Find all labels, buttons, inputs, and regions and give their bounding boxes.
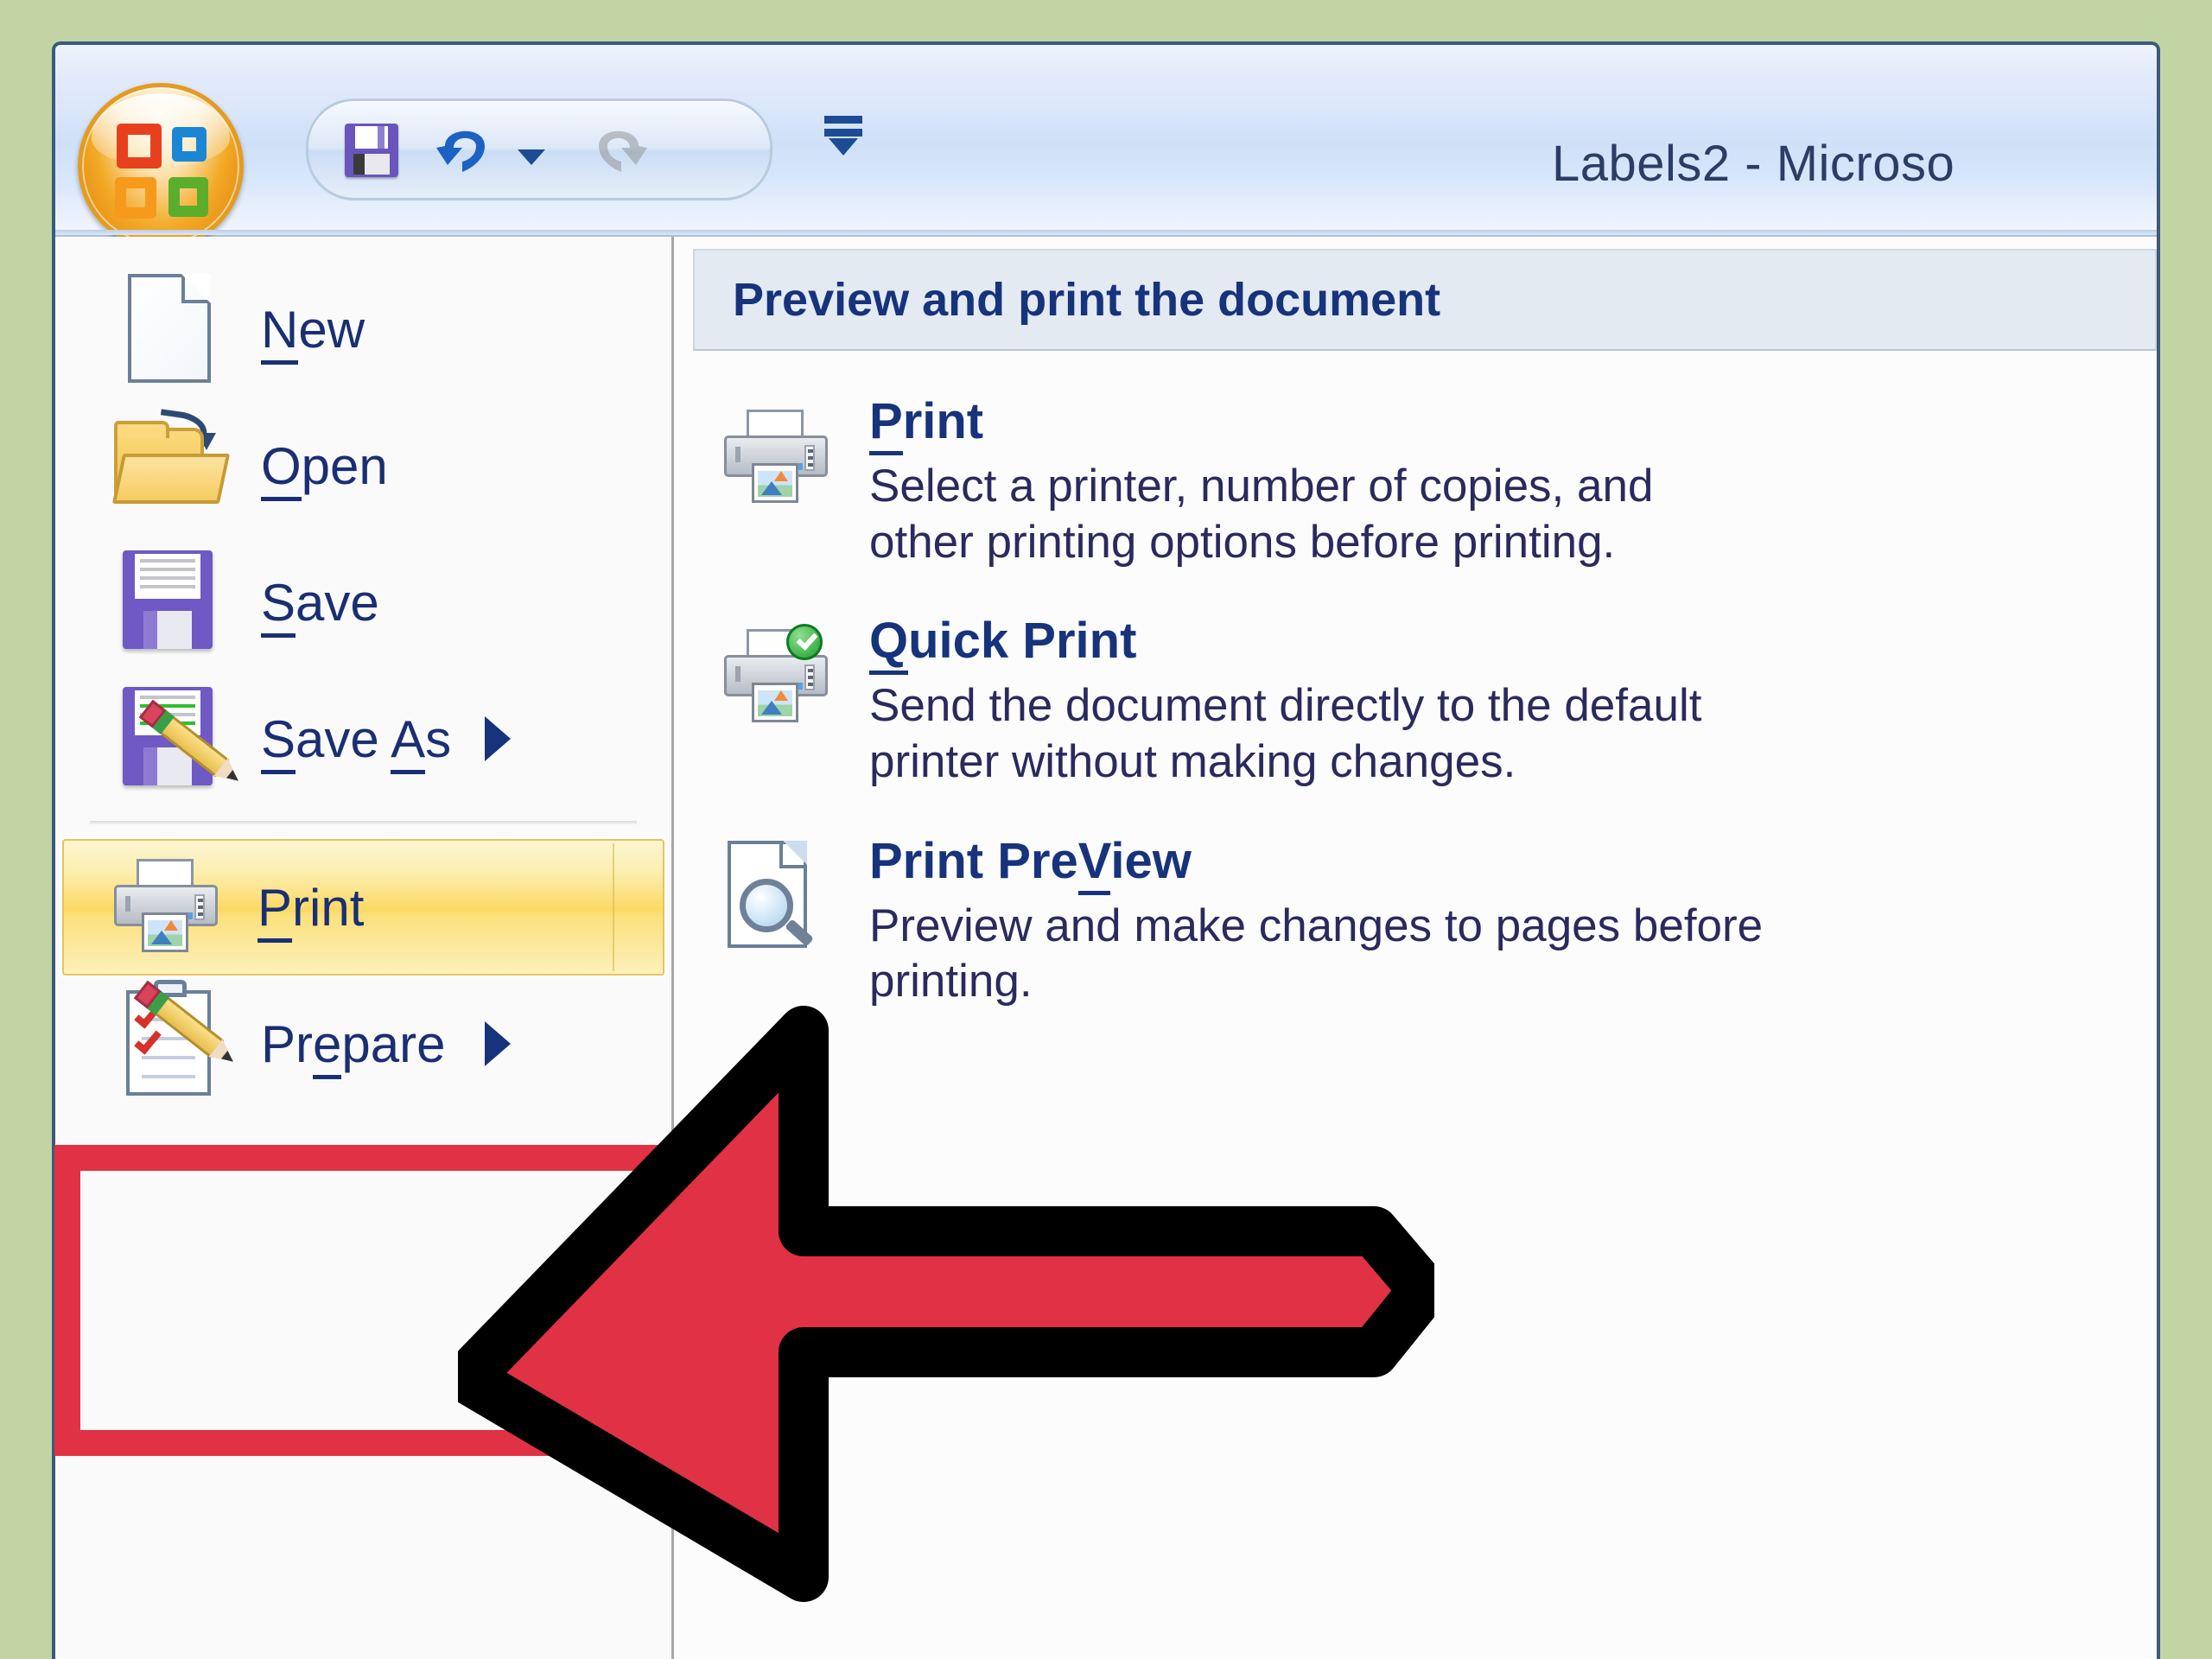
menu-item-save-label: Save <box>261 573 379 638</box>
menu-item-save-as[interactable]: Save As <box>67 671 659 807</box>
open-folder-icon <box>109 405 231 526</box>
undo-icon[interactable] <box>435 118 545 186</box>
menu-item-print-label: Print <box>257 878 364 943</box>
submenu-arrow-icon[interactable] <box>485 716 511 761</box>
orb-square-green <box>168 177 208 217</box>
orb-square-blue <box>172 127 207 162</box>
undo-arrow-glyph <box>436 130 485 172</box>
printer-icon <box>715 397 845 527</box>
redo-arrow-glyph <box>599 130 647 172</box>
right-item-quick-print-description: Send the document directly to the defaul… <box>869 680 1702 787</box>
right-item-quick-print[interactable]: Quick Print Send the document directly t… <box>715 612 2157 790</box>
redo-icon <box>585 118 652 186</box>
menu-separator <box>90 821 637 825</box>
right-item-print-title: Print <box>869 392 1653 455</box>
title-bar: Labels2 - Microso <box>55 45 2157 249</box>
save-floppy-icon <box>109 542 230 663</box>
right-panel-header: Preview and print the document <box>693 249 2157 351</box>
new-document-icon <box>109 269 230 390</box>
orb-square-orange <box>115 177 156 219</box>
window-title: Labels2 - Microso <box>1552 136 1955 192</box>
menu-item-new-label: New <box>261 300 365 365</box>
floppy-disk-shape <box>345 124 398 177</box>
menu-item-new[interactable]: New <box>67 261 659 397</box>
right-item-print-description: Select a printer, number of copies, and … <box>869 461 1654 568</box>
menu-item-open[interactable]: Open <box>67 397 659 534</box>
annotation-pointer-arrow <box>458 1006 1434 1602</box>
quick-access-toolbar <box>306 99 772 200</box>
printer-icon <box>105 847 226 968</box>
office-button[interactable] <box>78 83 244 249</box>
green-check-icon <box>786 624 823 661</box>
save-icon[interactable] <box>338 118 405 186</box>
right-item-print[interactable]: Print Select a printer, number of copies… <box>715 392 2157 570</box>
floppy-shutter <box>355 126 388 149</box>
qat-more-bar-top <box>824 116 862 124</box>
undo-dropdown-caret[interactable] <box>518 149 545 165</box>
menu-item-prepare-label: Prepare <box>261 1014 445 1079</box>
save-as-icon <box>109 678 245 799</box>
right-item-quick-print-title: Quick Print <box>869 612 1701 676</box>
prepare-icon <box>109 980 240 1104</box>
menu-item-save[interactable]: Save <box>67 534 659 671</box>
menu-item-save-as-label: Save As <box>261 709 451 774</box>
floppy-label <box>353 154 390 175</box>
menu-item-open-label: Open <box>261 436 388 501</box>
orb-square-red <box>117 124 162 168</box>
right-item-print-preview-title: Print PreView <box>869 832 1763 895</box>
quick-print-icon <box>715 617 845 747</box>
